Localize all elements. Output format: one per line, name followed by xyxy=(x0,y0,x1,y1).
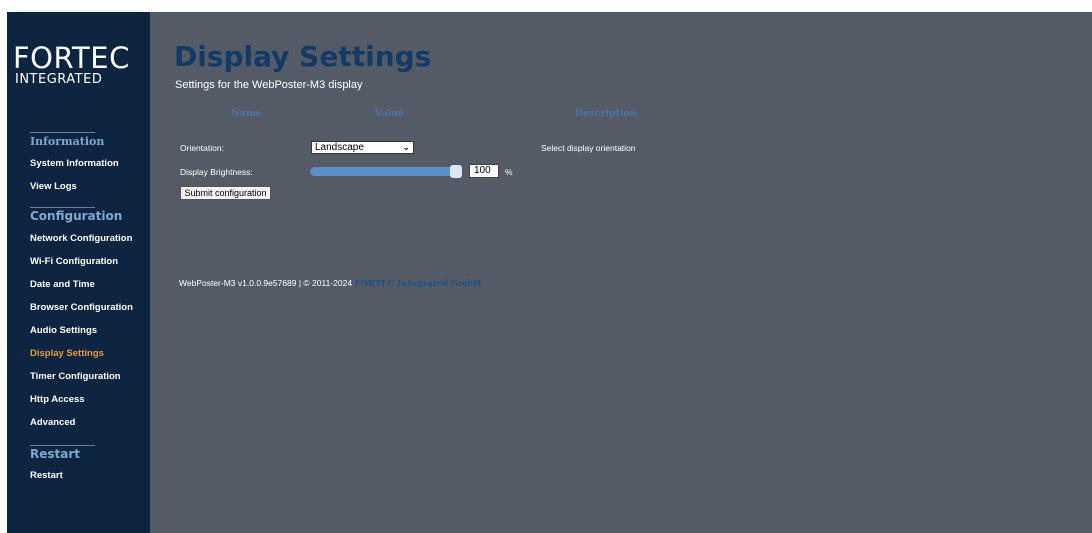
section-title-configuration: Configuration xyxy=(30,209,123,223)
logo-integrated: INTEGRATED xyxy=(15,72,103,87)
sidebar-item-network-configuration[interactable]: Network Configuration xyxy=(30,233,132,244)
column-header-description: Description xyxy=(575,108,637,119)
section-title-information: Information xyxy=(30,135,105,148)
footer-company-link[interactable]: FORTEC Integrated GmbH xyxy=(354,279,481,289)
section-divider xyxy=(30,132,95,133)
sidebar-item-audio-settings[interactable]: Audio Settings xyxy=(30,325,97,336)
orientation-label: Orientation: xyxy=(180,143,224,153)
section-divider xyxy=(30,445,95,446)
chevron-down-icon: ⌄ xyxy=(402,142,410,152)
footer-text: WebPoster-M3 v1.0.0.9e57689 | © 2011-202… xyxy=(179,278,355,288)
column-header-name: Name xyxy=(231,108,262,119)
brightness-input[interactable]: 100 xyxy=(469,164,499,178)
footer: WebPoster-M3 v1.0.0.9e57689 | © 2011-202… xyxy=(179,278,481,289)
orientation-select[interactable]: Landscape ⌄ xyxy=(311,141,414,154)
section-divider xyxy=(30,207,95,208)
orientation-value: Landscape xyxy=(315,142,364,153)
sidebar-item-display-settings[interactable]: Display Settings xyxy=(30,348,104,359)
page-subtitle: Settings for the WebPoster-M3 display xyxy=(175,79,363,91)
sidebar-item-restart[interactable]: Restart xyxy=(30,470,63,481)
orientation-description: Select display orientation xyxy=(541,143,636,153)
brightness-unit: % xyxy=(505,167,513,177)
logo-fortec: FORTEC xyxy=(13,41,130,75)
sidebar: FORTEC INTEGRATED Information System Inf… xyxy=(7,12,150,533)
sidebar-item-browser-configuration[interactable]: Browser Configuration xyxy=(30,302,133,313)
sidebar-item-date-and-time[interactable]: Date and Time xyxy=(30,279,95,290)
section-title-restart: Restart xyxy=(30,447,81,461)
sidebar-item-wifi-configuration[interactable]: Wi-Fi Configuration xyxy=(30,256,118,267)
brightness-label: Display Brightness: xyxy=(180,167,253,177)
slider-track xyxy=(310,167,462,176)
submit-configuration-button[interactable]: Submit configuration xyxy=(180,186,271,200)
sidebar-item-advanced[interactable]: Advanced xyxy=(30,417,75,428)
sidebar-item-system-information[interactable]: System Information xyxy=(30,158,119,169)
page-title: Display Settings xyxy=(174,40,432,73)
column-header-value: Value xyxy=(375,108,405,119)
brightness-slider[interactable] xyxy=(310,165,462,178)
slider-thumb[interactable] xyxy=(450,165,462,178)
sidebar-item-view-logs[interactable]: View Logs xyxy=(30,181,77,192)
sidebar-item-http-access[interactable]: Http Access xyxy=(30,394,85,405)
sidebar-item-timer-configuration[interactable]: Timer Configuration xyxy=(30,371,121,382)
page-frame: FORTEC INTEGRATED Information System Inf… xyxy=(7,12,1092,533)
